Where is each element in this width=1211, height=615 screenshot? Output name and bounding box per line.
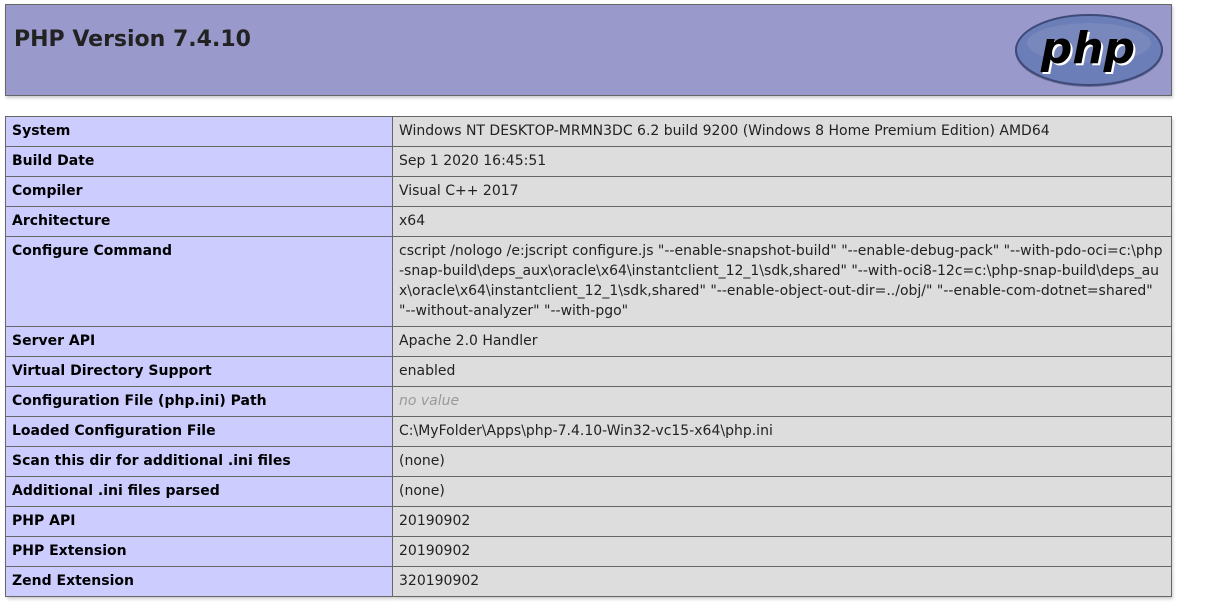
row-key: Virtual Directory Support xyxy=(5,356,393,387)
table-row: Additional .ini files parsed (none) xyxy=(5,476,1172,507)
row-value: Visual C++ 2017 xyxy=(392,176,1172,207)
table-row: Configuration File (php.ini) Path no valu… xyxy=(5,386,1172,417)
row-value: (none) xyxy=(392,446,1172,477)
row-value: x64 xyxy=(392,206,1172,237)
info-table-body: System Windows NT DESKTOP-MRMN3DC 6.2 bui… xyxy=(5,116,1172,597)
row-value: 20190902 xyxy=(392,506,1172,537)
row-key: Configuration File (php.ini) Path xyxy=(5,386,393,417)
row-key: PHP Extension xyxy=(5,536,393,567)
row-key: Compiler xyxy=(5,176,393,207)
table-row: Zend Extension 320190902 xyxy=(5,566,1172,597)
table-row: Scan this dir for additional .ini files(… xyxy=(5,446,1172,477)
table-row: PHP Extension 20190902 xyxy=(5,536,1172,567)
table-row: Compiler Visual C++ 2017 xyxy=(5,176,1172,207)
table-row: System Windows NT DESKTOP-MRMN3DC 6.2 bui… xyxy=(5,116,1172,147)
php-logo-icon[interactable]: php php xyxy=(1013,13,1165,89)
row-key: Loaded Configuration File xyxy=(5,416,393,447)
row-key: Configure Command xyxy=(5,236,393,327)
table-row: Build Date Sep 1 2020 16:45:51 xyxy=(5,146,1172,177)
row-key: Architecture xyxy=(5,206,393,237)
table-row: Loaded Configuration File C:\MyFolder\App… xyxy=(5,416,1172,447)
row-value: no value xyxy=(392,386,1172,417)
row-value: (none) xyxy=(392,476,1172,507)
table-row: Server API Apache 2.0 Handler xyxy=(5,326,1172,357)
row-value: Windows NT DESKTOP-MRMN3DC 6.2 build 920… xyxy=(392,116,1172,147)
php-logo-text-front: php xyxy=(1040,23,1135,74)
row-key: Build Date xyxy=(5,146,393,177)
row-key: System xyxy=(5,116,393,147)
row-key: Server API xyxy=(5,326,393,357)
row-value: Sep 1 2020 16:45:51 xyxy=(392,146,1172,177)
phpinfo-page: PHP Version 7.4.10 php php System Windows… xyxy=(5,4,1172,597)
no-value-text: no value xyxy=(399,393,460,409)
info-table: System Windows NT DESKTOP-MRMN3DC 6.2 bui… xyxy=(5,116,1172,597)
row-key: Zend Extension xyxy=(5,566,393,597)
row-value: 320190902 xyxy=(392,566,1172,597)
version-header: PHP Version 7.4.10 php php xyxy=(5,4,1172,96)
row-value: cscript /nologo /e:jscript configure.js … xyxy=(392,236,1172,327)
table-row: PHP API 20190902 xyxy=(5,506,1172,537)
table-row: Architecture x64 xyxy=(5,206,1172,237)
row-value: enabled xyxy=(392,356,1172,387)
table-row: Virtual Directory Support enabled xyxy=(5,356,1172,387)
row-key: Additional .ini files parsed xyxy=(5,476,393,507)
page-title: PHP Version 7.4.10 xyxy=(14,27,251,52)
row-key: PHP API xyxy=(5,506,393,537)
row-value: 20190902 xyxy=(392,536,1172,567)
row-value: Apache 2.0 Handler xyxy=(392,326,1172,357)
table-row: Configure Command cscript /nologo /e:jscr… xyxy=(5,236,1172,327)
row-value: C:\MyFolder\Apps\php-7.4.10-Win32-vc15-x… xyxy=(392,416,1172,447)
row-key: Scan this dir for additional .ini files xyxy=(5,446,393,477)
